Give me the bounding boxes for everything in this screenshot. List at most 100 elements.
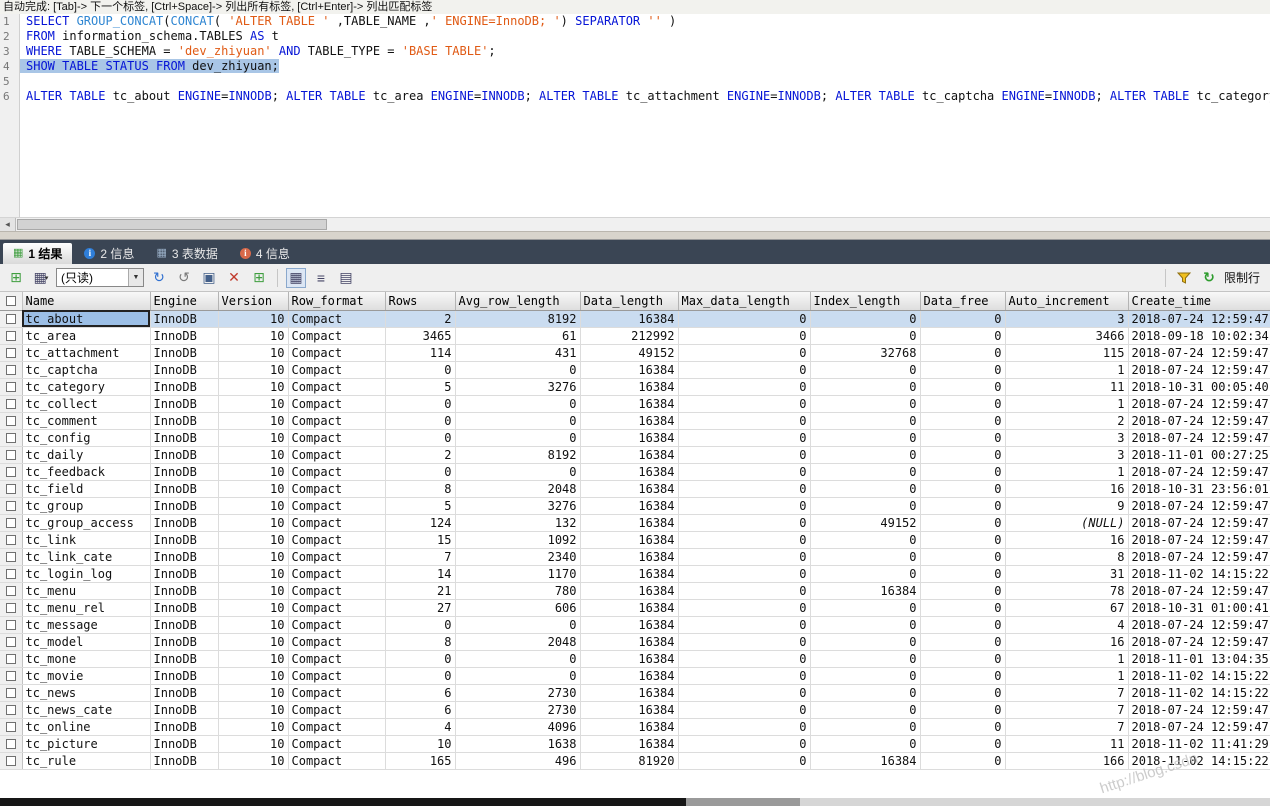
cell-data_free[interactable]: 0: [920, 667, 1005, 684]
cell-auto_increment[interactable]: 7: [1005, 718, 1128, 735]
cell-version[interactable]: 10: [218, 361, 288, 378]
cell-row_format[interactable]: Compact: [288, 565, 385, 582]
cell-rows[interactable]: 114: [385, 344, 455, 361]
scroll-left-arrow-icon[interactable]: ◂: [0, 218, 16, 231]
cell-max_data_length[interactable]: 0: [678, 412, 810, 429]
cell-auto_increment[interactable]: 166: [1005, 752, 1128, 769]
cell-auto_increment[interactable]: 16: [1005, 531, 1128, 548]
cell-rows[interactable]: 165: [385, 752, 455, 769]
cell-engine[interactable]: InnoDB: [150, 463, 218, 480]
cell-engine[interactable]: InnoDB: [150, 701, 218, 718]
cell-create_time[interactable]: 2018-11-01 00:27:25: [1128, 446, 1270, 463]
cell-data_length[interactable]: 16384: [580, 684, 678, 701]
cell-max_data_length[interactable]: 0: [678, 684, 810, 701]
cell-auto_increment[interactable]: 31: [1005, 565, 1128, 582]
cell-auto_increment[interactable]: 8: [1005, 548, 1128, 565]
cell-row_format[interactable]: Compact: [288, 514, 385, 531]
table-row[interactable]: tc_collectInnoDB10Compact001638400012018…: [0, 395, 1270, 412]
cell-max_data_length[interactable]: 0: [678, 633, 810, 650]
cell-name[interactable]: tc_movie: [22, 667, 150, 684]
cell-engine[interactable]: InnoDB: [150, 633, 218, 650]
cell-avg_row_length[interactable]: 4096: [455, 718, 580, 735]
cell-max_data_length[interactable]: 0: [678, 650, 810, 667]
export-grid-icon[interactable]: ⊞: [6, 268, 26, 288]
cell-create_time[interactable]: 2018-11-02 14:15:22: [1128, 667, 1270, 684]
cell-name[interactable]: tc_config: [22, 429, 150, 446]
cell-create_time[interactable]: 2018-07-24 12:59:47: [1128, 718, 1270, 735]
cell-row_format[interactable]: Compact: [288, 310, 385, 327]
cell-max_data_length[interactable]: 0: [678, 531, 810, 548]
grid-options-icon[interactable]: ▦▾: [31, 268, 51, 288]
cell-max_data_length[interactable]: 0: [678, 667, 810, 684]
cell-create_time[interactable]: 2018-07-24 12:59:47: [1128, 463, 1270, 480]
cell-create_time[interactable]: 2018-07-24 12:59:47: [1128, 344, 1270, 361]
cell-engine[interactable]: InnoDB: [150, 735, 218, 752]
tab-3[interactable]: ▦3 表数据: [146, 243, 227, 264]
cell-avg_row_length[interactable]: 2340: [455, 548, 580, 565]
cell-avg_row_length[interactable]: 1170: [455, 565, 580, 582]
cell-avg_row_length[interactable]: 2048: [455, 480, 580, 497]
cell-rows[interactable]: 27: [385, 599, 455, 616]
cell-index_length[interactable]: 0: [810, 667, 920, 684]
cell-data_length[interactable]: 16384: [580, 565, 678, 582]
cell-data_free[interactable]: 0: [920, 565, 1005, 582]
row-checkbox[interactable]: [6, 756, 16, 766]
editor-line[interactable]: 2FROM information_schema.TABLES AS t: [0, 29, 1270, 44]
cell-auto_increment[interactable]: 3466: [1005, 327, 1128, 344]
cell-index_length[interactable]: 0: [810, 361, 920, 378]
cell-avg_row_length[interactable]: 0: [455, 463, 580, 480]
cell-rows[interactable]: 21: [385, 582, 455, 599]
cell-version[interactable]: 10: [218, 412, 288, 429]
cell-index_length[interactable]: 0: [810, 310, 920, 327]
cell-engine[interactable]: InnoDB: [150, 327, 218, 344]
cell-engine[interactable]: InnoDB: [150, 429, 218, 446]
cell-max_data_length[interactable]: 0: [678, 701, 810, 718]
cell-create_time[interactable]: 2018-07-24 12:59:47: [1128, 548, 1270, 565]
cell-auto_increment[interactable]: 16: [1005, 480, 1128, 497]
cell-version[interactable]: 10: [218, 310, 288, 327]
cell-name[interactable]: tc_about: [22, 310, 150, 327]
cell-name[interactable]: tc_model: [22, 633, 150, 650]
cell-index_length[interactable]: 0: [810, 378, 920, 395]
cell-version[interactable]: 10: [218, 735, 288, 752]
cell-data_length[interactable]: 16384: [580, 718, 678, 735]
table-row[interactable]: tc_movieInnoDB10Compact001638400012018-1…: [0, 667, 1270, 684]
cell-auto_increment[interactable]: 115: [1005, 344, 1128, 361]
form-view-button[interactable]: ▤: [336, 268, 356, 288]
cell-data_free[interactable]: 0: [920, 548, 1005, 565]
cell-engine[interactable]: InnoDB: [150, 650, 218, 667]
cell-data_free[interactable]: 0: [920, 701, 1005, 718]
cell-version[interactable]: 10: [218, 650, 288, 667]
cell-avg_row_length[interactable]: 132: [455, 514, 580, 531]
table-row[interactable]: tc_captchaInnoDB10Compact001638400012018…: [0, 361, 1270, 378]
cell-auto_increment[interactable]: 1: [1005, 463, 1128, 480]
cell-create_time[interactable]: 2018-07-24 12:59:47: [1128, 514, 1270, 531]
cell-version[interactable]: 10: [218, 497, 288, 514]
cell-rows[interactable]: 0: [385, 616, 455, 633]
cell-rows[interactable]: 8: [385, 480, 455, 497]
cell-data_length[interactable]: 16384: [580, 582, 678, 599]
grid-scrollbar-thumb[interactable]: [0, 798, 686, 806]
cell-max_data_length[interactable]: 0: [678, 735, 810, 752]
cell-row_format[interactable]: Compact: [288, 599, 385, 616]
cell-version[interactable]: 10: [218, 480, 288, 497]
cell-index_length[interactable]: 0: [810, 480, 920, 497]
row-checkbox[interactable]: [6, 501, 16, 511]
row-checkbox[interactable]: [6, 467, 16, 477]
editor-line[interactable]: 1SELECT GROUP_CONCAT(CONCAT( 'ALTER TABL…: [0, 14, 1270, 29]
cell-row_format[interactable]: Compact: [288, 446, 385, 463]
cell-max_data_length[interactable]: 0: [678, 446, 810, 463]
cell-version[interactable]: 10: [218, 514, 288, 531]
cell-create_time[interactable]: 2018-07-24 12:59:47: [1128, 361, 1270, 378]
row-checkbox[interactable]: [6, 365, 16, 375]
cell-row_format[interactable]: Compact: [288, 531, 385, 548]
cell-name[interactable]: tc_menu_rel: [22, 599, 150, 616]
cell-create_time[interactable]: 2018-07-24 12:59:47: [1128, 497, 1270, 514]
cell-engine[interactable]: InnoDB: [150, 752, 218, 769]
cell-auto_increment[interactable]: 3: [1005, 446, 1128, 463]
table-row[interactable]: tc_link_cateInnoDB10Compact7234016384000…: [0, 548, 1270, 565]
cell-row_format[interactable]: Compact: [288, 378, 385, 395]
cell-auto_increment[interactable]: 11: [1005, 735, 1128, 752]
cell-max_data_length[interactable]: 0: [678, 548, 810, 565]
cell-auto_increment[interactable]: 1: [1005, 650, 1128, 667]
